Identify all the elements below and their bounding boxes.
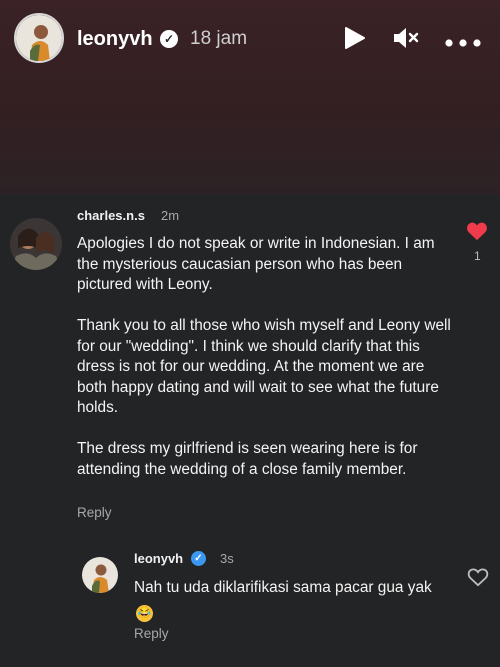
reply-button[interactable]: Reply <box>77 505 112 520</box>
comment-paragraph: Apologies I do not speak or write in Ind… <box>77 235 435 293</box>
story-avatar[interactable] <box>14 13 64 63</box>
heart-outline-icon[interactable] <box>467 567 489 592</box>
reply-text-container: Nah tu uda diklarifikasi sama pacar gua … <box>134 578 454 622</box>
story-username[interactable]: leonyvh <box>77 28 153 51</box>
commenter-username[interactable]: charles.n.s <box>77 208 145 223</box>
like-count: 1 <box>474 249 481 263</box>
reply-timestamp: 3s <box>220 551 234 566</box>
reply-username[interactable]: leonyvh <box>134 551 183 566</box>
comments-panel: charles.n.s 2m Apologies I do not speak … <box>0 195 500 667</box>
heart-filled-icon[interactable] <box>466 221 488 246</box>
story-timestamp: 18 jam <box>190 28 248 49</box>
verified-icon: ✓ <box>160 30 178 48</box>
reply-text: Nah tu uda diklarifikasi sama pacar gua … <box>134 579 432 596</box>
more-icon[interactable] <box>445 34 481 52</box>
rolling-on-floor-laughing-emoji: 😂 <box>136 604 153 622</box>
comment-paragraph: Thank you to all those who wish myself a… <box>77 317 451 416</box>
comment-paragraph: The dress my girlfriend is seen wearing … <box>77 440 418 478</box>
mute-icon[interactable] <box>393 26 419 55</box>
reply-button[interactable]: Reply <box>134 626 169 641</box>
comment-timestamp: 2m <box>161 208 180 223</box>
comment-text: Apologies I do not speak or write in Ind… <box>77 234 455 480</box>
story-header: leonyvh ✓ 18 jam <box>0 0 500 80</box>
commenter-avatar[interactable] <box>10 218 62 270</box>
play-icon[interactable] <box>342 26 366 55</box>
verified-icon: ✓ <box>191 551 206 566</box>
reply-avatar[interactable] <box>82 557 118 593</box>
